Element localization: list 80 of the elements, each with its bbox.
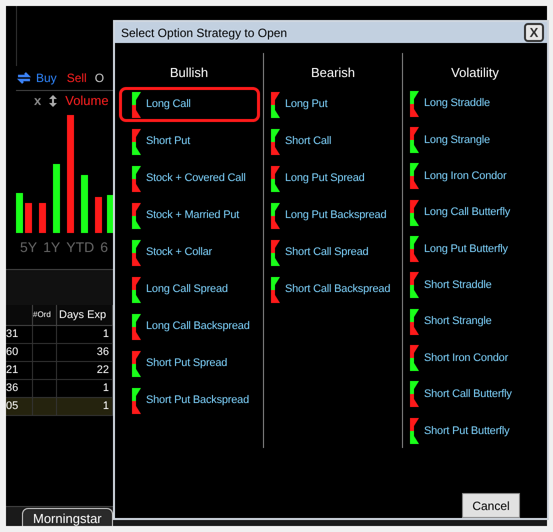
payoff-icon	[410, 418, 419, 444]
payoff-icon	[271, 92, 280, 118]
strategy-option[interactable]: Short Call	[267, 124, 402, 159]
payoff-icon	[410, 272, 419, 298]
payoff-icon	[132, 166, 141, 192]
payoff-icon	[271, 166, 280, 192]
table-header[interactable]: #Ord	[33, 305, 57, 325]
sell-link[interactable]: Sell	[66, 69, 87, 87]
strategy-option[interactable]: Short Put Butterfly	[406, 414, 547, 448]
strategy-option[interactable]: Short Put Backspread	[119, 383, 260, 418]
strategy-option[interactable]: Stock + Married Put	[119, 198, 260, 233]
strategy-option[interactable]: Short Call Butterfly	[406, 377, 547, 412]
strategy-option[interactable]: Long Call Backspread	[119, 309, 260, 344]
strategy-option[interactable]: Short Put	[119, 124, 260, 159]
payoff-icon	[132, 240, 141, 266]
payoff-icon	[410, 381, 419, 408]
close-study-button[interactable]: x	[34, 90, 42, 110]
strategy-option[interactable]: Long Put Backspread	[267, 198, 402, 233]
range-tab[interactable]: 1Y	[43, 236, 60, 258]
table-cell-text: 36	[96, 345, 109, 360]
range-tab[interactable]: 5Y	[20, 236, 38, 258]
range-tab[interactable]: 6	[100, 236, 108, 258]
strategy-option[interactable]: Long Call Butterfly	[406, 196, 547, 230]
strategy-option[interactable]: Long Put Butterfly	[406, 232, 547, 266]
strategy-option[interactable]: Stock + Covered Call	[119, 161, 260, 196]
table-cell-text: 1	[102, 399, 109, 414]
range-tab[interactable]: YTD	[66, 236, 94, 258]
strategy-option[interactable]: Long Call Spread	[119, 272, 260, 307]
strategy-option[interactable]: Short Put Spread	[119, 346, 260, 381]
strategy-option[interactable]: Long Iron Condor	[406, 159, 547, 194]
table-cell-text: 1	[102, 381, 109, 396]
payoff-icon	[410, 236, 419, 262]
payoff-icon	[132, 388, 141, 414]
strategy-option[interactable]: Long Call	[119, 87, 260, 122]
table-row[interactable]: 05 1	[6, 398, 113, 416]
payoff-icon	[271, 276, 280, 302]
strategy-option[interactable]: Long Straddle	[406, 86, 547, 121]
payoff-icon	[132, 128, 141, 154]
column-heading: Bullish	[168, 64, 210, 82]
study-label: Volume	[65, 92, 109, 110]
dialog-title: Select Option Strategy to Open	[121, 24, 288, 42]
table-cell-text: 36	[6, 381, 18, 396]
payoff-icon	[132, 92, 141, 118]
table-cell-text: 22	[96, 363, 109, 378]
table-cell-text: 1	[102, 327, 109, 342]
column-heading: Volatility	[450, 64, 500, 82]
strategy-option[interactable]: Stock + Collar	[119, 235, 260, 270]
toolbar-label[interactable]: O	[94, 69, 104, 87]
payoff-icon	[271, 128, 280, 154]
payoff-icon	[410, 90, 419, 117]
strategy-option[interactable]: Short Straddle	[406, 268, 547, 303]
payoff-icon	[132, 314, 141, 340]
payoff-icon	[132, 202, 141, 228]
payoff-icon	[132, 276, 141, 302]
payoff-icon	[410, 200, 419, 226]
payoff-icon	[410, 345, 419, 372]
column-heading: Bearish	[310, 64, 356, 82]
table-cell-text: 21	[6, 363, 18, 378]
cancel-button[interactable]: Cancel	[462, 493, 520, 518]
strategy-option[interactable]: Short Call Backspread	[267, 272, 402, 307]
payoff-icon	[132, 350, 141, 376]
up-down-arrow-icon[interactable]	[49, 94, 58, 106]
bottom-tab[interactable]: Morningstar	[22, 508, 113, 526]
strategy-option[interactable]: Long Put	[267, 87, 402, 122]
swap-arrows-icon[interactable]	[16, 71, 32, 85]
payoff-icon	[271, 202, 280, 228]
strategy-option[interactable]: Long Strangle	[406, 122, 547, 158]
buy-link[interactable]: Buy	[36, 69, 57, 87]
payoff-icon	[271, 240, 280, 266]
strategy-option[interactable]: Long Put Spread	[267, 161, 402, 196]
payoff-icon	[410, 163, 419, 190]
strategy-option[interactable]: Short Strangle	[406, 304, 547, 339]
table-cell-text: 31	[6, 327, 18, 342]
payoff-icon	[410, 127, 419, 154]
close-button[interactable]: X	[524, 23, 544, 42]
strategy-option[interactable]: Short Iron Condor	[406, 340, 547, 376]
payoff-icon	[410, 308, 419, 335]
table-cell-text: 60	[6, 345, 18, 360]
strategy-option[interactable]: Short Call Spread	[267, 235, 402, 270]
table-cell-text: 05	[6, 399, 18, 414]
